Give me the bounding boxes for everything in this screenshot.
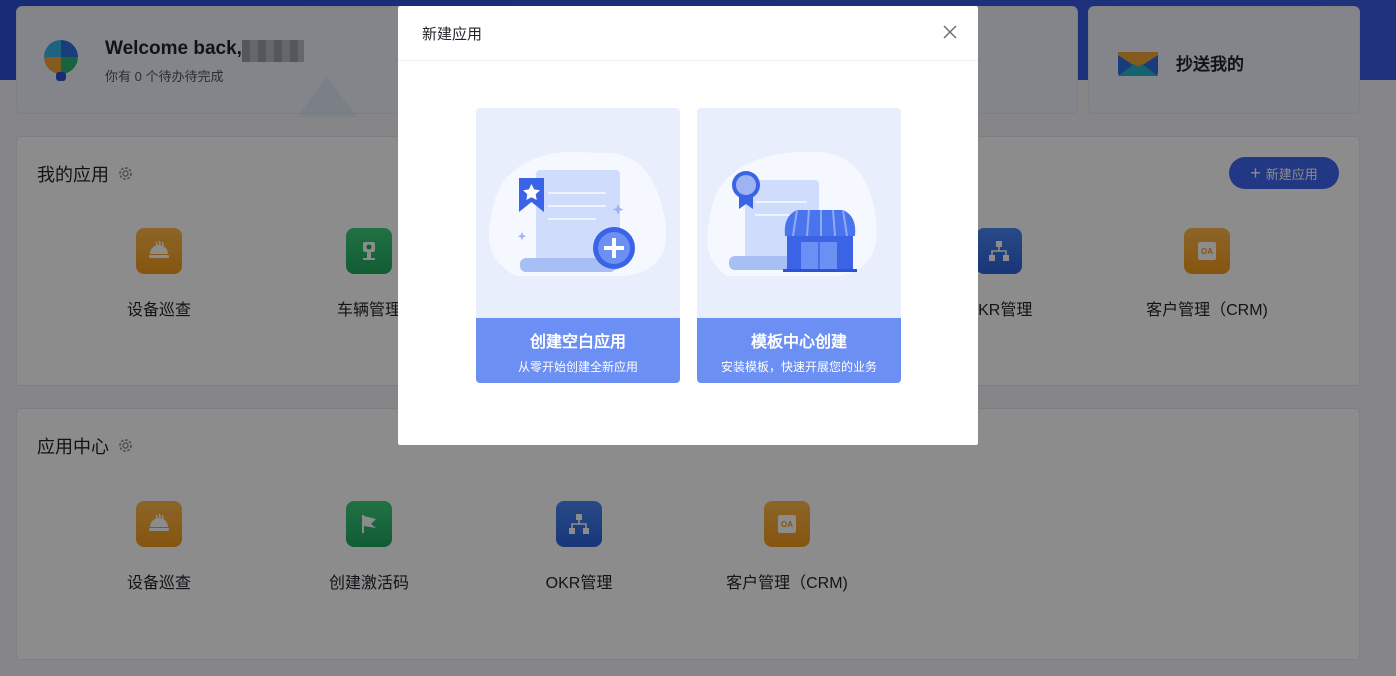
option-band: 模板中心创建 安装模板，快速开展您的业务 — [697, 318, 901, 383]
create-from-template-card[interactable]: 模板中心创建 安装模板，快速开展您的业务 — [697, 108, 901, 383]
close-icon[interactable] — [940, 22, 960, 42]
blank-document-illustration — [488, 151, 667, 276]
dialog-header: 新建应用 — [398, 6, 978, 61]
option-band: 创建空白应用 从零开始创建全新应用 — [476, 318, 680, 383]
dialog-title: 新建应用 — [422, 26, 483, 43]
option-subtitle: 从零开始创建全新应用 — [517, 360, 638, 374]
option-title: 创建空白应用 — [529, 334, 626, 351]
template-store-illustration — [707, 151, 877, 276]
create-blank-app-card[interactable]: 创建空白应用 从零开始创建全新应用 — [476, 108, 680, 383]
option-subtitle: 安装模板，快速开展您的业务 — [720, 360, 877, 374]
option-title: 模板中心创建 — [750, 334, 847, 351]
new-app-dialog: 新建应用 创建空白应用 从零开始创建全新应用 模板中心创建 安装模板，快速开展您… — [398, 6, 978, 445]
